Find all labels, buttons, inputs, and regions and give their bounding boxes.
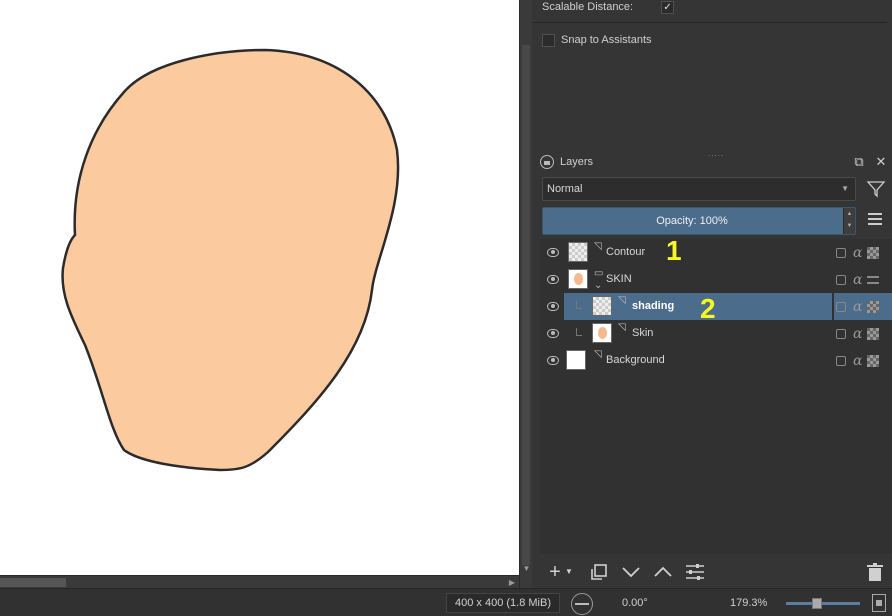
tool-options-panel: Scalable Distance: ✓ Snap to Assistants xyxy=(532,0,892,145)
move-down-icon[interactable] xyxy=(620,561,642,583)
inherit-alpha-icon[interactable] xyxy=(867,355,880,367)
pass-through-icon[interactable] xyxy=(867,276,880,284)
layer-row-controls: α xyxy=(836,353,880,369)
filter-icon[interactable] xyxy=(866,179,886,199)
paint-layer-icon: ◹ xyxy=(618,322,626,333)
horizontal-scrollbar[interactable]: ▶ xyxy=(0,575,519,588)
visibility-eye-icon[interactable] xyxy=(547,302,559,311)
float-docker-icon[interactable]: ⧉ xyxy=(852,155,866,169)
canvas[interactable] xyxy=(0,0,519,575)
layer-row-controls: α xyxy=(836,272,880,288)
layer-row-contour[interactable]: ◹ Contour 1 α xyxy=(540,235,892,266)
right-dock: Scalable Distance: ✓ Snap to Assistants … xyxy=(532,0,892,588)
dropdown-icon[interactable]: ▼ xyxy=(564,561,574,583)
visibility-eye-icon[interactable] xyxy=(547,356,559,365)
move-up-icon[interactable] xyxy=(652,561,674,583)
layer-options-menu-icon[interactable] xyxy=(868,213,882,227)
layer-row-controls: α xyxy=(836,299,880,315)
zoom-slider-track[interactable] xyxy=(786,602,860,605)
indent-marker xyxy=(576,328,582,336)
scalable-distance-checkbox[interactable]: ✓ xyxy=(661,0,675,14)
group-folder-icon: ▭ xyxy=(594,268,604,279)
layer-row-skin[interactable]: ◹ Skin α xyxy=(540,320,892,347)
lock-docker-icon[interactable] xyxy=(540,155,554,169)
rotation-knob-icon[interactable] xyxy=(571,593,593,615)
layer-name: Skin xyxy=(632,327,654,339)
lock-icon[interactable] xyxy=(836,275,846,285)
visibility-eye-icon[interactable] xyxy=(547,248,559,257)
layer-toolbar: + ▼ xyxy=(540,557,892,587)
rotation-value: 0.00° xyxy=(622,597,648,609)
layer-row-controls: α xyxy=(836,326,880,342)
zoom-slider-handle[interactable] xyxy=(812,598,822,609)
horizontal-scroll-thumb[interactable] xyxy=(0,578,66,587)
inherit-alpha-icon[interactable] xyxy=(867,301,880,313)
chevron-down-icon[interactable]: ⌄ xyxy=(594,280,606,292)
inherit-alpha-icon[interactable] xyxy=(867,247,880,259)
layers-title-bar: Layers xyxy=(540,153,593,171)
layer-row-skin-group[interactable]: ▭ ⌄ SKIN α xyxy=(540,266,892,293)
layer-thumbnail xyxy=(566,350,586,370)
lock-icon[interactable] xyxy=(836,302,846,312)
layer-thumbnail xyxy=(592,296,612,316)
annotation-number: 1 xyxy=(666,235,682,266)
chevron-down-icon: ▼ xyxy=(841,184,849,193)
layer-name: Background xyxy=(606,354,665,366)
blend-mode-select[interactable]: Normal ▼ xyxy=(542,177,856,201)
scroll-right-icon[interactable]: ▶ xyxy=(507,577,517,588)
close-docker-icon[interactable]: ✕ xyxy=(874,155,888,169)
duplicate-layer-icon[interactable] xyxy=(588,561,610,583)
snap-to-assistants-row: Snap to Assistants xyxy=(542,32,652,48)
layer-row-shading[interactable]: ◹ shading 2 α xyxy=(540,293,892,324)
lock-icon[interactable] xyxy=(836,356,846,366)
zoom-fit-icon[interactable] xyxy=(872,594,886,612)
blend-mode-value: Normal xyxy=(547,183,583,195)
layer-name: Contour xyxy=(606,246,646,258)
alpha-lock-icon[interactable]: α xyxy=(853,245,862,261)
scroll-down-icon[interactable]: ▼ xyxy=(521,564,532,574)
alpha-lock-icon[interactable]: α xyxy=(853,353,862,369)
vertical-scroll-thumb[interactable] xyxy=(522,45,530,565)
indent-marker xyxy=(576,301,582,309)
layer-properties-icon[interactable] xyxy=(684,561,706,583)
head-shape-drawing xyxy=(61,48,400,472)
layer-row-background[interactable]: ◹ Background α xyxy=(540,347,892,374)
alpha-lock-icon[interactable]: α xyxy=(853,272,862,288)
snap-to-assistants-checkbox[interactable] xyxy=(542,33,555,47)
head-outline xyxy=(61,48,400,472)
image-size-display[interactable]: 400 x 400 (1.8 MiB) xyxy=(446,593,560,613)
opacity-label: Opacity: 100% xyxy=(656,215,728,227)
status-bar: 400 x 400 (1.8 MiB) 0.00° 179.3% xyxy=(0,588,892,616)
layer-thumbnail xyxy=(592,323,612,343)
zoom-value: 179.3% xyxy=(730,597,768,609)
visibility-eye-icon[interactable] xyxy=(547,329,559,338)
visibility-eye-icon[interactable] xyxy=(547,275,559,284)
layers-title: Layers xyxy=(560,156,594,168)
layer-name: shading xyxy=(632,300,675,312)
layer-thumbnail xyxy=(568,242,588,262)
layer-list: ◹ Contour 1 α ▭ ⌄ SKIN α ◹ shading 2 α ◹… xyxy=(540,235,892,554)
alpha-lock-icon[interactable]: α xyxy=(853,299,862,315)
layer-thumbnail xyxy=(568,269,588,289)
divider xyxy=(532,22,887,23)
opacity-spinner[interactable]: ▲ ▼ xyxy=(843,208,855,234)
layer-row-controls: α xyxy=(836,245,880,261)
layer-name: SKIN xyxy=(606,273,632,285)
opacity-slider[interactable]: Opacity: 100% ▲ ▼ xyxy=(542,207,856,235)
delete-layer-icon[interactable] xyxy=(864,561,886,583)
layers-docker: Layers ⧉ ✕ Normal ▼ Opacity: 100% ▲ ▼ ◹ C… xyxy=(540,153,892,588)
paint-layer-icon: ◹ xyxy=(618,295,626,306)
lock-icon[interactable] xyxy=(836,248,846,258)
snap-to-assistants-label: Snap to Assistants xyxy=(561,34,652,46)
alpha-lock-icon[interactable]: α xyxy=(853,326,862,342)
lock-icon[interactable] xyxy=(836,329,846,339)
paint-layer-icon: ◹ xyxy=(594,349,602,360)
add-layer-icon[interactable]: + xyxy=(544,561,566,583)
vertical-scrollbar[interactable]: ▼ xyxy=(519,0,532,588)
inherit-alpha-icon[interactable] xyxy=(867,328,880,340)
scalable-distance-row: Scalable Distance: ✓ xyxy=(542,0,675,15)
scalable-distance-label: Scalable Distance: xyxy=(542,1,634,13)
paint-layer-icon: ◹ xyxy=(594,241,602,252)
